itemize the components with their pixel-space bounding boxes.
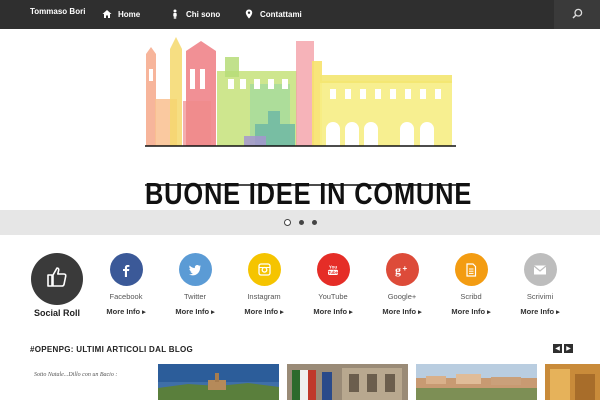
social-name: Twitter [183,292,207,301]
svg-text:+: + [403,264,408,273]
slider-pagination [0,210,600,235]
scribd-icon[interactable] [454,253,488,286]
mail-icon[interactable] [523,253,557,286]
more-info-link[interactable]: More Info [165,307,225,316]
social-instagram[interactable]: Instagram More Info [234,253,294,316]
landscape-image [158,364,279,400]
social-name: Google+ [387,292,417,301]
person-icon [170,9,180,19]
more-info-link[interactable]: More Info [441,307,501,316]
search-icon [571,6,583,24]
top-nav-bar: Tommaso Bori Home Chi sono Contattami [0,0,600,29]
site-logo-text: BUONE IDEE IN COMUNE [145,176,473,211]
social-name: Instagram [247,292,281,301]
social-name: YouTube [318,292,348,301]
carousel-arrows: ◀ ▶ [553,344,573,353]
blog-thumb-1[interactable]: Sotto Natale...Dillo con un Bacio : [30,364,150,400]
social-scrivimi[interactable]: Scrivimi More Info [510,253,570,316]
cityscape-image [416,364,537,400]
instagram-icon[interactable] [247,253,281,286]
facebook-icon[interactable] [109,253,143,286]
site-brand[interactable]: Tommaso Bori [30,7,85,16]
google-plus-icon[interactable]: g + [385,253,419,286]
blog-thumb-3[interactable] [287,364,408,400]
social-roll-section: Social Roll Facebook More Info Twitter M… [0,235,600,335]
more-info-link[interactable]: More Info [510,307,570,316]
social-google-plus[interactable]: g + Google+ More Info [372,253,432,316]
building-flags-image [287,364,408,400]
blog-section-heading: #OPENPG: ULTIMI ARTICOLI DAL BLOG [30,345,194,354]
nav-item-label: Contattami [260,9,302,19]
social-name: Facebook [109,292,143,301]
svg-text:g: g [395,263,401,277]
blog-thumb-caption: Sotto Natale...Dillo con un Bacio : [34,372,118,378]
social-name: Scrivimi [526,292,554,301]
slider-dot-3[interactable] [311,220,317,225]
social-facebook[interactable]: Facebook More Info [96,253,156,316]
more-info-link[interactable]: More Info [96,307,156,316]
location-pin-icon [244,9,254,19]
slider-dot-1[interactable] [283,219,291,226]
nav-item-contattami[interactable]: Contattami [244,9,302,19]
more-info-link[interactable]: More Info [234,307,294,316]
carousel-prev-button[interactable]: ◀ [553,344,562,353]
chevron-right-icon: ▶ [566,346,571,352]
home-icon [102,9,112,19]
carousel-next-button[interactable]: ▶ [564,344,573,353]
youtube-icon[interactable]: You Tube [316,253,350,286]
social-twitter[interactable]: Twitter More Info [165,253,225,316]
social-roll-title: Social Roll [33,308,80,318]
social-youtube[interactable]: You Tube YouTube More Info [303,253,363,316]
blog-thumb-5[interactable] [545,364,600,400]
svg-text:Tube: Tube [328,270,338,275]
blog-thumb-2[interactable] [158,364,279,400]
social-name: Scribd [460,292,482,301]
nav-item-label: Chi sono [186,9,221,19]
nav-item-chi-sono[interactable]: Chi sono [170,9,220,19]
nav-item-home[interactable]: Home [102,9,140,19]
search-button[interactable] [554,0,600,29]
more-info-link[interactable]: More Info [372,307,432,316]
slider-dot-2[interactable] [298,220,304,225]
blog-thumbnails: Sotto Natale...Dillo con un Bacio : [0,364,600,400]
warm-detail-image [545,364,600,400]
social-scribd[interactable]: Scribd More Info [441,253,501,316]
chevron-left-icon: ◀ [555,346,560,352]
blog-thumb-4[interactable] [416,364,537,400]
more-info-link[interactable]: More Info [303,307,363,316]
header-banner: BUONE IDEE IN COMUNE [0,29,600,211]
svg-text:You: You [329,264,337,269]
thumbs-up-icon [45,265,69,294]
nav-item-label: Home [118,9,141,19]
social-roll-badge [31,253,83,305]
twitter-icon[interactable] [178,253,212,286]
